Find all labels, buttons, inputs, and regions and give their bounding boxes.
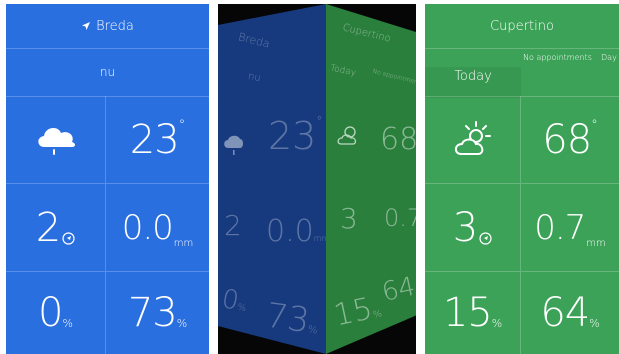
temperature-value: 68 bbox=[542, 116, 592, 163]
rain-chance-cell[interactable]: 15% bbox=[425, 272, 521, 354]
rain-chance-unit: % bbox=[491, 317, 503, 330]
cube-face-cupertino: Cupertino Today No appointments 68° 3 0.… bbox=[326, 4, 416, 354]
rain-chance-value: 15 bbox=[442, 290, 493, 336]
ghost-city: Breda bbox=[236, 30, 272, 51]
weather-grid: 23 ° 2 0.0 mm 0% 73% bbox=[6, 96, 209, 354]
ghost-precipitation: 0.7 bbox=[384, 204, 416, 232]
ghost-appointments: No appointments bbox=[371, 67, 416, 88]
rain-chance-value: 0 bbox=[38, 290, 63, 336]
partly-sunny-icon bbox=[454, 120, 491, 155]
humidity-cell[interactable]: 64% bbox=[521, 272, 619, 354]
weather-panel-cupertino: Cupertino Today No appointments Day 68 ° … bbox=[425, 4, 619, 354]
degree-unit: ° bbox=[178, 118, 186, 133]
rain-cloud-icon bbox=[224, 135, 243, 155]
ghost-rain-chance: 0% bbox=[219, 284, 247, 317]
ghost-wind: 3 bbox=[340, 202, 358, 235]
precipitation-unit: mm bbox=[586, 238, 606, 249]
wind-value: 2 bbox=[35, 204, 61, 251]
humidity-value: 73 bbox=[127, 290, 178, 336]
city-header[interactable]: Breda bbox=[6, 4, 209, 49]
ghost-humidity: 73% bbox=[263, 295, 319, 342]
compass-icon bbox=[62, 232, 75, 245]
temperature-cell[interactable]: 23 ° bbox=[106, 96, 209, 184]
precipitation-unit: mm bbox=[173, 238, 194, 249]
partly-sunny-icon bbox=[337, 126, 357, 145]
temperature-cell[interactable]: 68 ° bbox=[521, 96, 619, 184]
ghost-subtitle: Today bbox=[329, 63, 357, 79]
precipitation-value: 0.7 bbox=[534, 207, 586, 248]
precipitation-value: 0.0 bbox=[121, 207, 174, 248]
ghost-humidity: 64% bbox=[379, 271, 416, 308]
rain-chance-unit: % bbox=[62, 317, 73, 330]
humidity-unit: % bbox=[589, 317, 600, 330]
humidity-cell[interactable]: 73% bbox=[106, 272, 209, 354]
city-name: Cupertino bbox=[490, 18, 554, 34]
ghost-wind: 2 bbox=[224, 209, 242, 242]
ghost-temperature: 23° bbox=[268, 114, 323, 158]
weather-panel-breda: Breda nu 23 ° 2 0.0 mm 0% 73% bbox=[6, 4, 209, 354]
city-header[interactable]: Cupertino bbox=[425, 4, 619, 49]
degree-unit: ° bbox=[591, 118, 598, 133]
location-arrow-icon bbox=[82, 22, 91, 30]
appointments-label: No appointments bbox=[523, 53, 592, 62]
subtitle-row: Today No appointments Day bbox=[425, 49, 619, 98]
ghost-rain-chance: 15% bbox=[330, 291, 383, 334]
wind-value: 3 bbox=[452, 204, 478, 251]
humidity-value: 64 bbox=[540, 290, 590, 336]
time-label: nu bbox=[99, 65, 116, 79]
precipitation-cell[interactable]: 0.7 mm bbox=[521, 184, 619, 272]
cube-transition-panel: Breda nu 23° 2 0.0mm 0% 73% Cupertino To… bbox=[218, 4, 416, 354]
ghost-subtitle: nu bbox=[247, 70, 262, 85]
rain-chance-cell[interactable]: 0% bbox=[6, 272, 106, 354]
ghost-precipitation: 0.0mm bbox=[266, 214, 330, 249]
subtitle-row: nu bbox=[6, 49, 209, 97]
day-label[interactable]: Day bbox=[601, 53, 617, 62]
compass-icon bbox=[479, 232, 492, 245]
humidity-unit: % bbox=[176, 317, 188, 330]
ghost-city: Cupertino bbox=[341, 22, 392, 45]
ghost-temperature: 68° bbox=[380, 122, 416, 157]
precipitation-cell[interactable]: 0.0 mm bbox=[106, 184, 209, 272]
condition-cell[interactable] bbox=[425, 96, 521, 184]
rain-cloud-icon bbox=[37, 127, 75, 155]
wind-cell[interactable]: 2 bbox=[6, 184, 106, 272]
tab-today[interactable]: Today bbox=[425, 67, 521, 98]
wind-cell[interactable]: 3 bbox=[425, 184, 521, 272]
cube-face-breda: Breda nu 23° 2 0.0mm 0% 73% bbox=[218, 4, 326, 354]
city-name: Breda bbox=[96, 18, 134, 34]
condition-cell[interactable] bbox=[6, 96, 106, 184]
temperature-value: 23 bbox=[129, 116, 180, 163]
weather-grid: 68 ° 3 0.7 mm 15% 64% bbox=[425, 96, 619, 354]
